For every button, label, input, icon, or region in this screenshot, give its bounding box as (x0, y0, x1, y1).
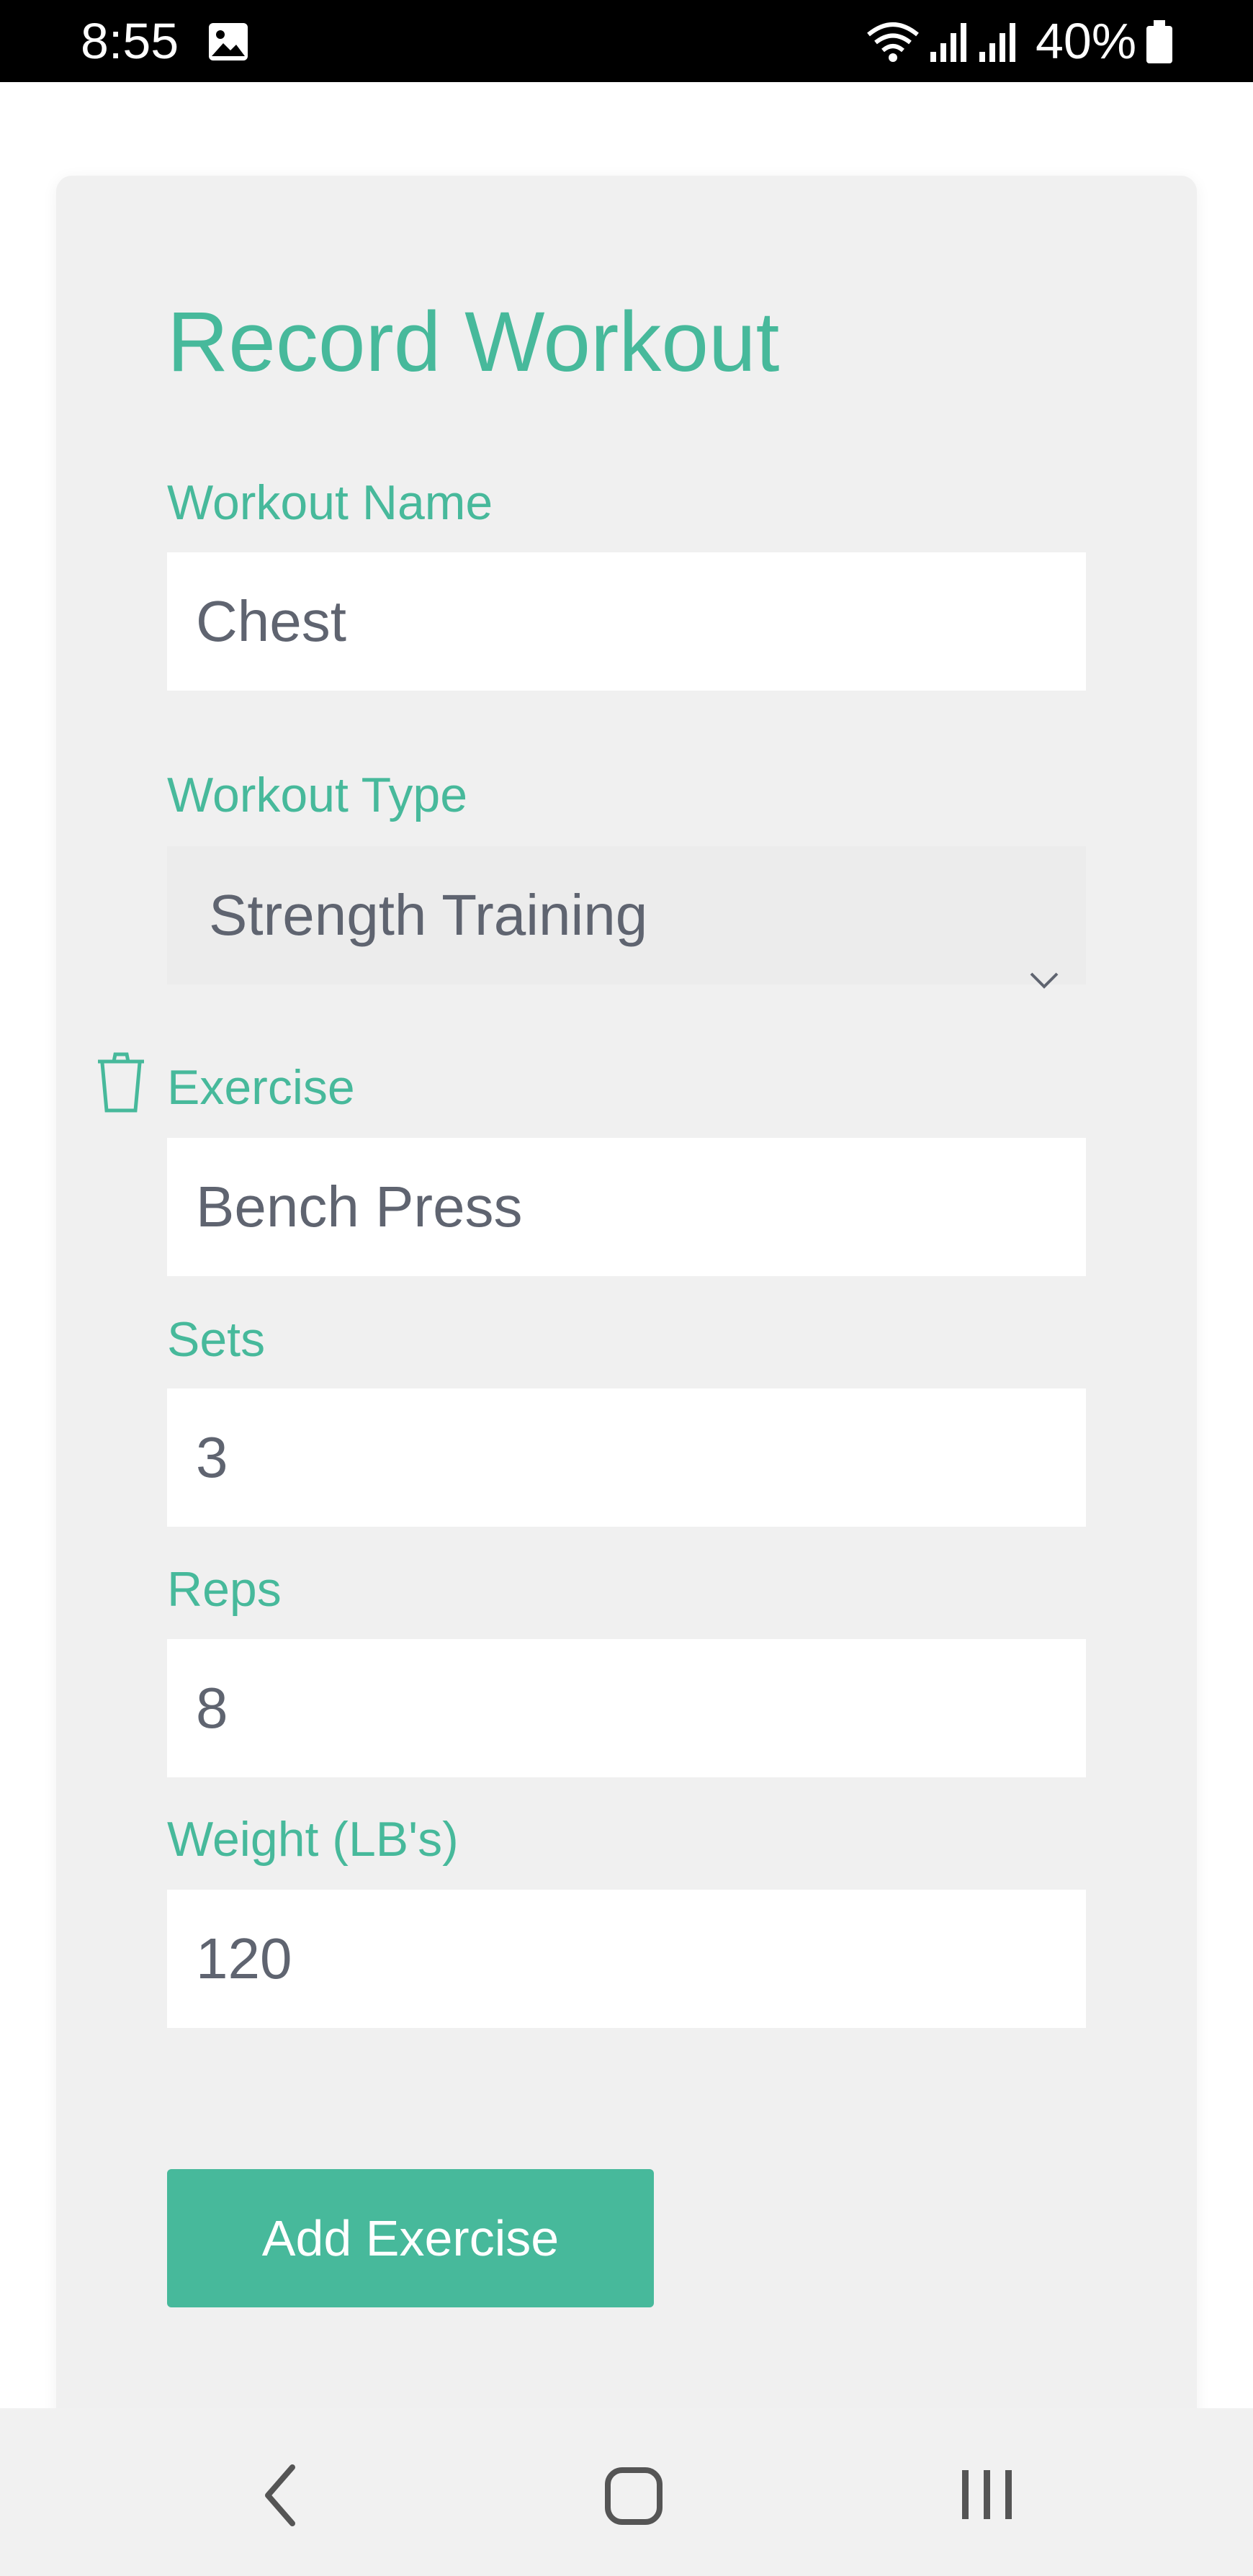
workout-name-input[interactable]: Chest (167, 552, 1086, 691)
signal-icon (929, 22, 971, 67)
back-icon[interactable] (259, 2463, 302, 2531)
reps-label: Reps (167, 1562, 282, 1617)
weight-label: Weight (LB's) (167, 1812, 459, 1867)
reps-input[interactable]: 8 (167, 1639, 1086, 1777)
navigation-bar (0, 2408, 1253, 2576)
sets-label: Sets (167, 1312, 266, 1367)
weight-input[interactable]: 120 (167, 1890, 1086, 2028)
home-icon[interactable] (603, 2466, 664, 2530)
recents-icon[interactable] (958, 2467, 1015, 2526)
page-title: Record Workout (167, 295, 780, 390)
gallery-icon (207, 22, 249, 66)
battery-percentage: 40% (1036, 13, 1137, 69)
chevron-down-icon (1028, 902, 1060, 1041)
workout-type-select[interactable]: Strength Training (167, 846, 1086, 989)
add-exercise-button[interactable]: Add Exercise (167, 2169, 654, 2307)
exercise-input[interactable]: Bench Press (167, 1138, 1086, 1276)
battery-icon (1144, 19, 1175, 68)
workout-type-value: Strength Training (209, 883, 648, 947)
exercise-label: Exercise (167, 1060, 355, 1115)
wifi-icon (864, 19, 922, 68)
status-bar: 8:55 40% (0, 0, 1253, 82)
sets-input[interactable]: 3 (167, 1388, 1086, 1527)
workout-type-label: Workout Type (167, 768, 468, 822)
status-time: 8:55 (81, 13, 179, 69)
signal-icon (978, 22, 1020, 67)
trash-icon[interactable] (95, 1051, 147, 1117)
workout-name-label: Workout Name (167, 475, 493, 530)
